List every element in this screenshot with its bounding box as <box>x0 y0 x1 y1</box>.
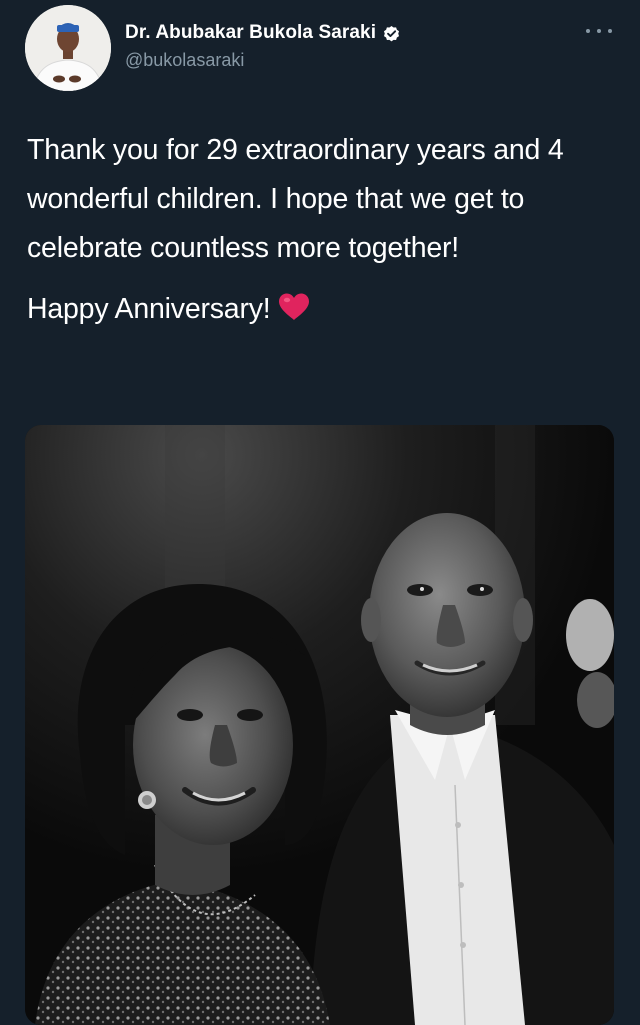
verified-badge-icon <box>382 24 401 43</box>
couple-photo-image <box>25 425 614 1025</box>
tweet-photo[interactable] <box>25 425 614 1025</box>
tweet-paragraph: Thank you for 29 extraordinary years and… <box>27 134 564 264</box>
avatar[interactable] <box>25 5 111 91</box>
more-options-icon[interactable] <box>586 24 612 38</box>
tweet-paragraph-text: Happy Anniversary! <box>27 293 271 325</box>
author-display-name[interactable]: Dr. Abubakar Bukola Saraki <box>125 22 376 44</box>
avatar-image <box>25 5 111 91</box>
heart-icon <box>277 289 311 320</box>
author-handle[interactable]: @bukolasaraki <box>125 50 244 71</box>
tweet-paragraph-closing: Happy Anniversary! <box>27 285 617 334</box>
tweet-card: Dr. Abubakar Bukola Saraki @bukolasaraki… <box>0 0 640 1025</box>
author-name-row: Dr. Abubakar Bukola Saraki <box>125 20 401 46</box>
tweet-text: Thank you for 29 extraordinary years and… <box>27 126 617 334</box>
